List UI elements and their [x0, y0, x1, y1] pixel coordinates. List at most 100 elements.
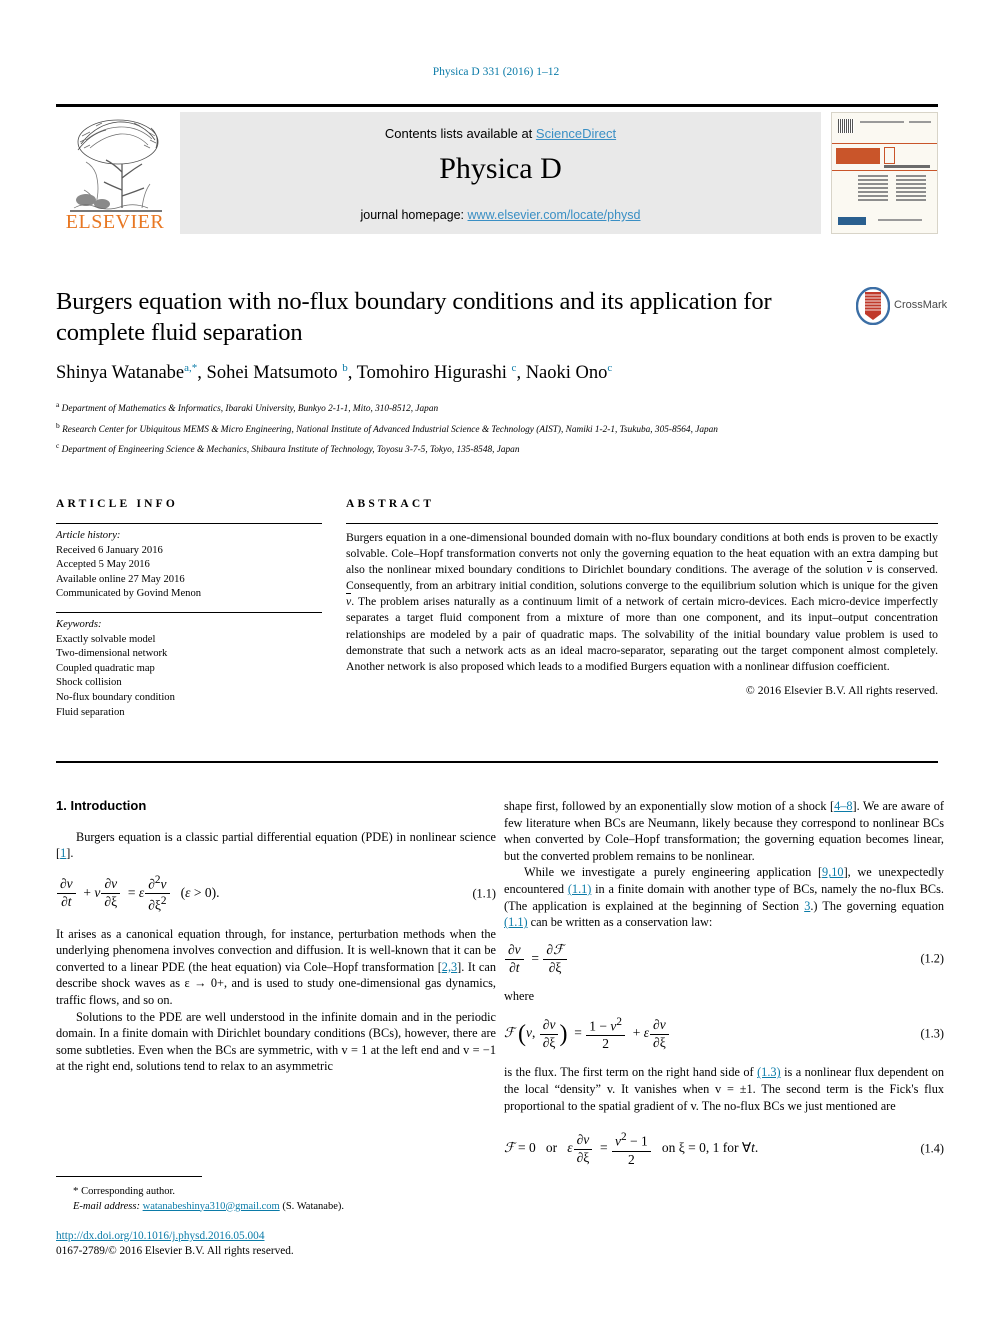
crossmark-label: CrossMark [894, 299, 948, 311]
elsevier-tree-icon [70, 119, 162, 212]
corresponding-author-line: * Corresponding author. [56, 1184, 496, 1200]
affiliation-item: a Department of Mathematics & Informatic… [56, 398, 936, 417]
equation-1-1: ∂v ∂t + v ∂v ∂ξ = ε ∂2v ∂ξ2 (ε > 0). (1.1) [56, 873, 496, 915]
equation-ref-link[interactable]: (1.1) [568, 882, 592, 896]
equation-1-2-number: (1.2) [920, 951, 944, 966]
equation-1-1-number: (1.1) [472, 886, 496, 901]
cover-toc-line [858, 183, 888, 185]
keyword-item: Coupled quadratic map [56, 662, 155, 674]
email-line: E-mail address: watanabeshinya310@gmail.… [56, 1200, 496, 1215]
contents-list-line: Contents lists available at ScienceDirec… [180, 126, 821, 141]
cover-topbar [838, 119, 931, 141]
doi-link[interactable]: http://dx.doi.org/10.1016/j.physd.2016.0… [56, 1230, 264, 1242]
cover-toc-line [896, 187, 926, 189]
citation-link[interactable]: 9,10 [822, 865, 844, 879]
paragraph-intro-2: It arises as a canonical equation throug… [56, 926, 496, 1009]
abstract-panel: ABSTRACT Burgers equation in a one-dimen… [346, 498, 938, 697]
issn-copyright-line: 0167-2789/© 2016 Elsevier B.V. All right… [56, 1245, 294, 1257]
doi-block: http://dx.doi.org/10.1016/j.physd.2016.0… [56, 1226, 496, 1257]
equation-ref-link[interactable]: (1.1) [504, 915, 528, 929]
journal-homepage-line: journal homepage: www.elsevier.com/locat… [180, 208, 821, 222]
abstract-part-1: Burgers equation in a one-dimensional bo… [346, 531, 938, 577]
crossmark-badge[interactable]: CrossMark [856, 287, 947, 327]
paragraph-intro-5: While we investigate a purely engineerin… [504, 864, 944, 930]
keywords-group: Keywords: Exactly solvable model Two-dim… [56, 613, 322, 720]
keyword-item: No-flux boundary condition [56, 691, 175, 703]
cover-letter-d [884, 147, 895, 164]
body-separator-rule [56, 761, 938, 763]
cover-barcode-icon [838, 119, 854, 133]
sciencedirect-link[interactable]: ScienceDirect [536, 126, 616, 141]
keyword-item: Exactly solvable model [56, 633, 156, 645]
cover-toc-line [896, 191, 926, 193]
affiliation-text: Department of Mathematics & Informatics,… [61, 404, 439, 415]
author-list: Shinya Watanabea,*, Sohei Matsumoto b, T… [56, 362, 613, 384]
v-bar-symbol: v [346, 593, 352, 610]
citation-link[interactable]: 4–8 [834, 799, 852, 813]
cover-toc-line [896, 195, 926, 197]
email-link[interactable]: watanabeshinya310@gmail.com [143, 1201, 280, 1212]
journal-band: Contents lists available at ScienceDirec… [180, 112, 821, 234]
affiliation-item: c Department of Engineering Science & Me… [56, 439, 936, 458]
abstract-part-3: . The problem arises naturally as a cont… [346, 595, 938, 673]
journal-title: Physica D [439, 152, 562, 185]
cover-toc-line [858, 191, 888, 193]
para-text: While we investigate a purely engineerin… [524, 865, 823, 880]
crossmark-icon [856, 287, 890, 325]
cover-toc-line [858, 179, 888, 181]
keyword-item: Shock collision [56, 677, 122, 689]
equation-1-4: ℱ = 0 or ε ∂v ∂ξ = v2 − 12 on ξ = 0, 1 for… [504, 1130, 944, 1168]
cover-toc-line [896, 175, 926, 177]
section-heading-introduction: 1. Introduction [56, 798, 147, 813]
article-info-heading: ARTICLE INFO [56, 498, 179, 510]
cover-physica-block [836, 148, 880, 164]
citation-link[interactable]: 2,3 [442, 960, 457, 974]
journal-masthead: ELSEVIER Contents lists available at Sci… [56, 104, 938, 235]
affiliation-marker: a [56, 400, 60, 409]
affiliation-text: Research Center for Ubiquitous MEMS & Mi… [62, 424, 718, 435]
para-text: ]. [66, 846, 74, 861]
cover-toc-col-left [858, 175, 888, 203]
corresponding-author-label: Corresponding author. [81, 1186, 176, 1197]
equation-1-3-body: ℱ (v, ∂v ∂ξ) = 1 − v2 2 + ε ∂v ∂ξ [504, 1015, 670, 1053]
cover-footbar [838, 217, 931, 227]
body-column-right: shape first, followed by an exponentiall… [504, 798, 944, 1179]
cover-toc-line [858, 199, 888, 201]
running-head: Physica D 331 (2016) 1–12 [432, 66, 560, 78]
cover-toc-line [896, 183, 926, 185]
article-info-panel: ARTICLE INFO Article history: Received 6… [56, 498, 322, 720]
article-history-label: Article history: [56, 530, 121, 541]
equation-1-3: ℱ (v, ∂v ∂ξ) = 1 − v2 2 + ε ∂v ∂ξ (1.3) [504, 1015, 944, 1053]
cover-toc-line [858, 195, 888, 197]
contents-prefix: Contents lists available at [384, 126, 536, 141]
equation-ref-link[interactable]: (1.3) [757, 1065, 781, 1079]
email-label: E-mail address: [73, 1200, 140, 1212]
para-text: .) The governing equation [810, 898, 944, 913]
corresponding-author-note: * Corresponding author. E-mail address: … [56, 1184, 496, 1214]
equation-1-4-body: ℱ = 0 or ε ∂v ∂ξ = v2 − 12 on ξ = 0, 1 for… [504, 1131, 759, 1167]
abstract-text: Burgers equation in a one-dimensional bo… [346, 524, 938, 675]
history-item: Available online 27 May 2016 [56, 573, 185, 585]
asterisk-marker: * [73, 1185, 79, 1197]
page-footer: * Corresponding author. E-mail address: … [56, 1176, 496, 1257]
affiliation-item: b Research Center for Ubiquitous MEMS & … [56, 419, 936, 438]
journal-cover-thumbnail [831, 112, 938, 234]
article-history-group: Article history: Received 6 January 2016… [56, 524, 322, 602]
footnote-rule [56, 1176, 202, 1177]
equation-1-2: ∂v ∂t = ∂ℱ ∂ξ (1.2) [504, 942, 944, 977]
equation-1-2-body: ∂v ∂t = ∂ℱ ∂ξ [504, 942, 568, 977]
cover-sciencedirect-mark [838, 217, 866, 225]
page-title: Burgers equation with no-flux boundary c… [56, 288, 772, 346]
email-suffix: (S. Watanabe). [282, 1200, 344, 1212]
journal-homepage-link[interactable]: www.elsevier.com/locate/physd [468, 208, 641, 222]
paragraph-intro-1: Burgers equation is a classic partial di… [56, 829, 496, 862]
equation-1-1-body: ∂v ∂t + v ∂v ∂ξ = ε ∂2v ∂ξ2 (ε > 0). [56, 873, 219, 915]
cover-topline-left [860, 121, 904, 123]
abstract-copyright: © 2016 Elsevier B.V. All rights reserved… [745, 683, 938, 697]
cover-toc-col-right [896, 175, 926, 203]
history-item: Accepted 5 May 2016 [56, 559, 150, 571]
cover-toc-line [858, 187, 888, 189]
keyword-item: Two-dimensional network [56, 648, 168, 660]
v-bar-symbol: v [866, 561, 873, 578]
keyword-item: Fluid separation [56, 706, 125, 718]
